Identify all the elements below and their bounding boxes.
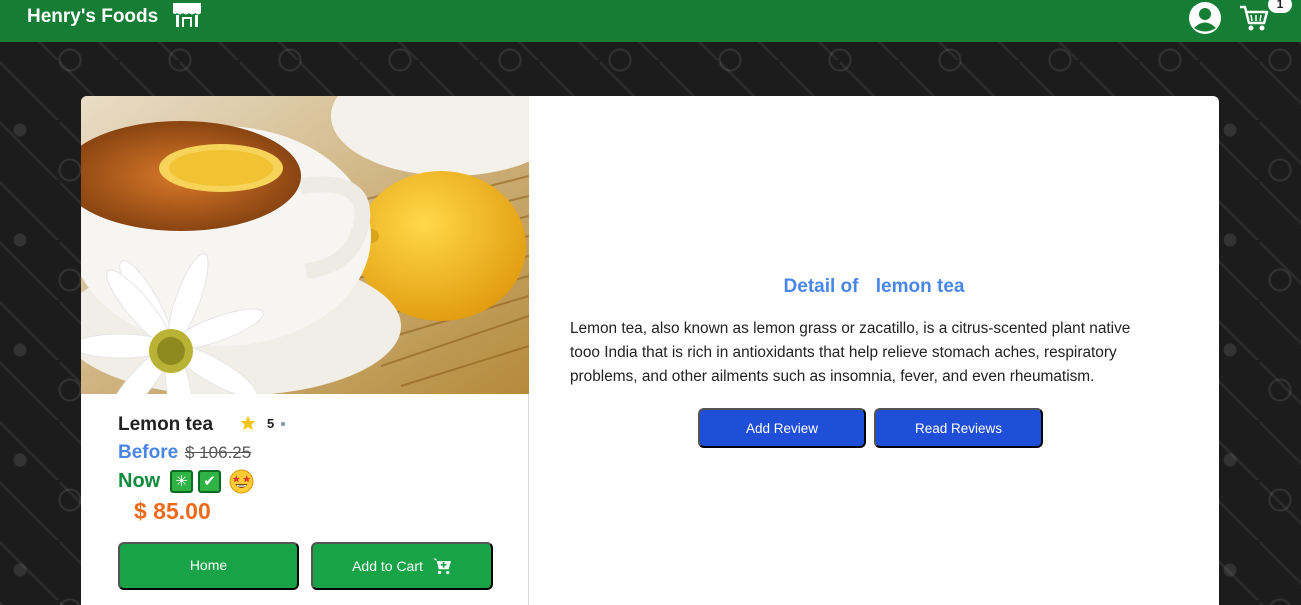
detail-title-name: lemon tea — [875, 276, 965, 297]
add-review-button[interactable]: Add Review — [698, 408, 866, 448]
user-circle-icon[interactable] — [1188, 1, 1222, 40]
brand-name[interactable]: Henry's Foods — [27, 6, 158, 28]
top-navbar: Henry's Foods 1 — [0, 0, 1301, 42]
current-price: $ 85.00 — [134, 498, 211, 524]
product-description: Lemon tea, also known as lemon grass or … — [570, 320, 1131, 385]
check-mark-badge-icon: ✔ — [198, 470, 221, 493]
read-reviews-button[interactable]: Read Reviews — [874, 408, 1043, 448]
star-struck-emoji-icon — [229, 469, 254, 499]
add-review-label: Add Review — [745, 420, 819, 436]
add-to-cart-label: Add to Cart — [352, 558, 423, 574]
now-label: Now — [118, 470, 161, 492]
home-button-label: Home — [189, 557, 228, 573]
rating-value: 5 — [267, 416, 275, 431]
detail-title-prefix: Detail of — [783, 276, 859, 297]
product-detail-card: Lemon tea 5 Before $ 106.25 Now ✳ ✔ $ 85… — [81, 96, 1219, 605]
rating-separator-dot — [281, 422, 285, 426]
store-icon[interactable] — [171, 1, 203, 34]
original-price: $ 106.25 — [185, 443, 252, 462]
product-summary: Lemon tea 5 Before $ 106.25 Now ✳ ✔ $ 85… — [81, 96, 529, 605]
shopping-cart-icon[interactable] — [1238, 3, 1270, 38]
sparkle-badge-icon: ✳ — [170, 470, 193, 493]
star-icon — [239, 414, 257, 437]
add-to-cart-button[interactable]: Add to Cart — [311, 542, 493, 590]
home-button[interactable]: Home — [118, 542, 299, 590]
cart-count-badge: 1 — [1268, 0, 1292, 13]
read-reviews-label: Read Reviews — [914, 420, 1003, 436]
cart-add-icon — [432, 558, 451, 575]
product-image — [81, 96, 529, 394]
detail-title: Detail of lemon tea — [529, 276, 1219, 298]
product-name: Lemon tea — [118, 414, 214, 435]
before-label: Before — [118, 442, 179, 463]
